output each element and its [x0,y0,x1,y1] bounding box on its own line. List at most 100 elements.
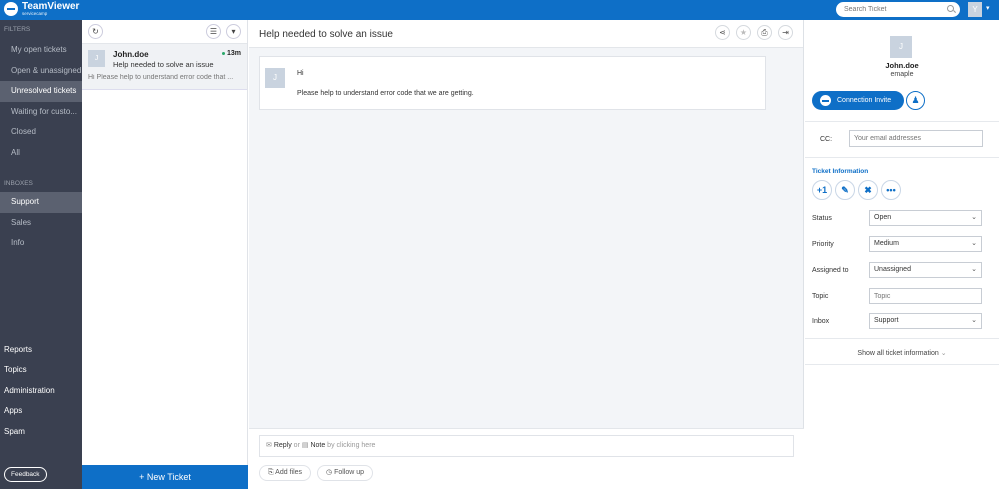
customer-panel: J John.doe emaple Connection Invite ♟ CC… [805,20,999,489]
inboxes-heading: INBOXES [4,180,33,187]
assigned-to-label: Assigned to [812,267,849,274]
attachment-icon: ⎘ [268,469,274,476]
priority-value: Medium [874,240,899,247]
left-navigation: FILTERS My open tickets Open & unassigne… [0,20,82,489]
ticket-subject: Help needed to solve an issue [113,60,214,69]
nav-closed[interactable]: Closed [0,122,82,143]
inbox-sales[interactable]: Sales [0,213,82,234]
status-value: Open [874,214,892,221]
close-icon[interactable]: ✖ [858,180,878,200]
add-files-label: Add files [275,469,303,476]
ticket-list-toolbar: ↻ ☰ ▾ [82,20,247,44]
nav-apps[interactable]: Apps [0,401,82,421]
nav-administration[interactable]: Administration [0,381,82,401]
divider [805,364,999,365]
teamviewer-logo-icon [4,2,18,17]
ticket-preview: Hi Please help to understand error code … [88,74,234,81]
nav-all[interactable]: All [0,143,82,164]
star-icon[interactable]: ★ [736,25,751,40]
inbox-info[interactable]: Info [0,233,82,254]
composer: ✉ Reply or ▤ Note by clicking here ⎘ Add… [249,428,804,489]
chevron-down-icon: ⌄ [971,214,977,221]
search-icon[interactable] [947,5,954,12]
reply-label[interactable]: Reply [274,442,292,449]
chevron-down-icon: ⌄ [940,350,947,357]
filters-heading: FILTERS [4,26,31,33]
refresh-icon[interactable]: ↻ [88,24,103,39]
message-line-1: Hi [297,70,304,77]
plus-one-button[interactable]: +1 [812,180,832,200]
user-avatar[interactable]: Y [968,2,982,17]
nav-waiting-for-customer[interactable]: Waiting for custo... [0,102,82,123]
nav-my-open-tickets[interactable]: My open tickets [0,40,82,61]
ticket-age: 13m [226,50,241,57]
ticket-title: Help needed to solve an issue [259,29,393,40]
customer-email: emaple [890,71,914,78]
or-text: or [291,442,302,449]
topic-label: Topic [812,293,829,300]
show-all-label: Show all ticket information [857,350,939,357]
chevron-down-icon: ⌄ [971,266,977,273]
topic-input[interactable] [869,288,982,304]
nav-unresolved-tickets[interactable]: Unresolved tickets [0,81,82,102]
customer-name: John.doe [885,61,919,70]
message-avatar: J [265,68,285,88]
message-line-2: Please help to understand error code tha… [297,90,474,97]
nav-topics[interactable]: Topics [0,360,82,380]
ticket-list-item[interactable]: J John.doe 13m Help needed to solve an i… [82,44,247,90]
assigned-to-select[interactable]: Unassigned ⌄ [869,262,982,278]
top-bar: TeamViewer servicecamp Y ▾ [0,0,999,20]
assigned-to-value: Unassigned [874,266,911,273]
status-select[interactable]: Open ⌄ [869,210,982,226]
inbox-support[interactable]: Support [0,192,82,213]
note-icon: ▤ [301,442,309,449]
share-icon[interactable]: ⋖ [715,25,730,40]
nav-open-unassigned[interactable]: Open & unassigned [0,61,82,82]
ticket-avatar: J [88,50,105,67]
inbox-select[interactable]: Support ⌄ [869,313,982,329]
follow-up-label: Follow up [334,469,365,476]
sort-icon[interactable]: ☰ [206,24,221,39]
message-card: J Hi Please help to understand error cod… [259,56,766,110]
divider [805,338,999,339]
search-box [836,2,960,17]
chevron-down-icon[interactable]: ▾ [226,24,241,39]
reply-box[interactable]: ✉ Reply or ▤ Note by clicking here [259,435,794,457]
ticket-header: Help needed to solve an issue ⋖ ★ ⎙ ⇥ [249,20,803,48]
connection-invite-label: Connection Invite [837,97,892,104]
nav-spam[interactable]: Spam [0,422,82,442]
ticket-customer-name: John.doe [113,50,149,59]
edit-icon[interactable]: ✎ [835,180,855,200]
reply-icon: ✉ [266,442,272,449]
show-all-ticket-info-link[interactable]: Show all ticket information ⌄ [805,349,999,357]
teamviewer-logo[interactable]: TeamViewer servicecamp [4,2,79,17]
nav-reports[interactable]: Reports [0,340,82,360]
ticket-time: 13m [221,50,241,57]
print-icon[interactable]: ⎙ [757,25,772,40]
cc-label: CC: [820,136,833,143]
logo-subtitle: servicecamp [22,11,48,16]
composer-hint: by clicking here [325,442,376,449]
chevron-down-icon: ⌄ [971,240,977,247]
chevron-down-icon[interactable]: ▾ [986,4,990,12]
note-label[interactable]: Note [310,442,325,449]
feedback-button[interactable]: Feedback [4,467,47,482]
status-label: Status [812,215,832,222]
priority-label: Priority [812,241,834,248]
follow-up-button[interactable]: ◷ Follow up [317,465,374,481]
export-icon[interactable]: ⇥ [778,25,793,40]
more-icon[interactable]: ••• [881,180,901,200]
new-ticket-button[interactable]: + New Ticket [82,465,248,489]
unread-dot-icon [221,51,225,55]
add-files-button[interactable]: ⎘ Add files [259,465,312,481]
search-input[interactable] [844,6,944,13]
connection-invite-button[interactable]: Connection Invite [812,91,904,110]
teamviewer-connect-icon [820,95,831,106]
priority-select[interactable]: Medium ⌄ [869,236,982,252]
ticket-information-title: Ticket Information [812,168,869,175]
divider [805,157,999,158]
divider [805,121,999,122]
user-icon[interactable]: ♟ [906,91,925,110]
customer-avatar: J [890,36,912,58]
cc-input[interactable] [849,130,983,147]
